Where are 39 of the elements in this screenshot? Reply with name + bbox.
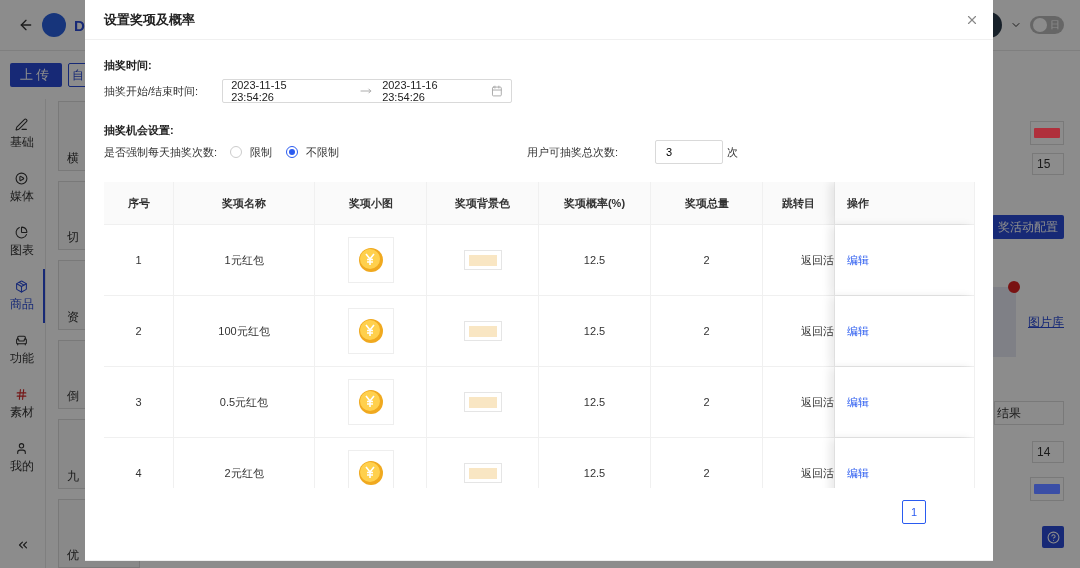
edit-link[interactable]: 编辑: [847, 323, 869, 339]
field-label: 抽奖开始/结束时间:: [104, 83, 199, 99]
column-header: 序号: [104, 182, 174, 224]
unit-label: 次: [727, 144, 738, 160]
column-header: 奖项背景色: [427, 182, 539, 224]
column-header: 奖项名称: [174, 182, 315, 224]
size-input[interactable]: 15: [1032, 153, 1064, 175]
nav-item[interactable]: 图表: [0, 215, 45, 269]
custom-button[interactable]: 自: [68, 63, 88, 87]
nav-item[interactable]: 素材: [0, 377, 45, 431]
edit-link[interactable]: 编辑: [847, 465, 869, 481]
field-label: 用户可抽奖总次数:: [527, 144, 620, 160]
page-button[interactable]: 1: [902, 500, 926, 524]
date-range-picker[interactable]: 2023-11-15 23:54:26 2023-11-16 23:54:26: [222, 79, 513, 103]
column-header: 奖项概率(%): [539, 182, 651, 224]
total-count-input[interactable]: 3: [655, 140, 723, 164]
edit-link[interactable]: 编辑: [847, 394, 869, 410]
nav-item[interactable]: 我的: [0, 431, 45, 485]
nav-item[interactable]: 基础: [0, 107, 45, 161]
field-label: 是否强制每天抽奖次数:: [104, 144, 219, 160]
column-header: 奖项小图: [315, 182, 427, 224]
column-header: 跳转目: [763, 182, 835, 224]
section-title: 抽奖时间:: [104, 58, 153, 73]
nav-item[interactable]: 媒体: [0, 161, 45, 215]
section-title: 抽奖机会设置:: [104, 123, 175, 138]
nav-item[interactable]: 商品: [0, 269, 45, 323]
config-button[interactable]: 奖活动配置: [992, 215, 1064, 239]
brand-name: D: [74, 16, 85, 34]
font-size-input[interactable]: 14: [1032, 441, 1064, 463]
library-link[interactable]: 图片库: [1028, 313, 1064, 331]
radio-option[interactable]: 限制: [230, 144, 272, 160]
upload-button[interactable]: 上传: [10, 63, 62, 87]
radio-option[interactable]: 不限制: [286, 144, 339, 160]
nav-item[interactable]: 功能: [0, 323, 45, 377]
column-header: 操作: [835, 182, 975, 224]
dialog-title: 设置奖项及概率: [104, 10, 195, 29]
result-field[interactable]: 结果: [994, 401, 1064, 425]
edit-link[interactable]: 编辑: [847, 252, 869, 268]
column-header: 奖项总量: [651, 182, 763, 224]
